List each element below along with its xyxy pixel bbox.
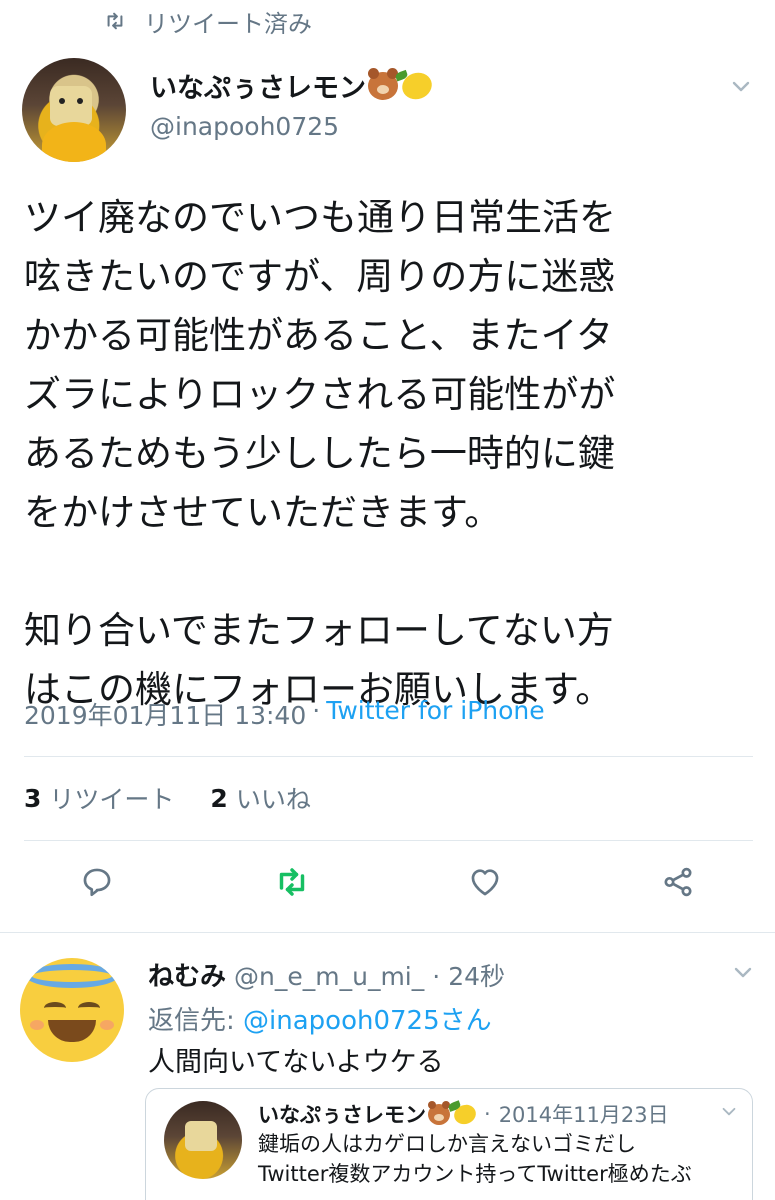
bear-face-emoji-icon <box>368 67 398 100</box>
like-count-label[interactable]: いいね <box>236 780 311 816</box>
emoji-cheek <box>30 1020 44 1030</box>
avatar-face <box>50 86 92 126</box>
quoted-header: いなぷぅさレモン · 2014年11月23日 <box>258 1099 669 1129</box>
reply-author-name[interactable]: ねむみ <box>148 956 226 993</box>
emoji-eye <box>44 1002 66 1014</box>
reply-text: 人間向いてないよウケる <box>148 1047 444 1078</box>
author-name[interactable]: いなぷぅさレモン <box>150 66 436 105</box>
tweet-source-link[interactable]: Twitter for iPhone <box>326 696 544 732</box>
bear-face-emoji-icon <box>428 1100 450 1125</box>
engagement-counts: 3 リツイート 2 いいね <box>24 780 311 816</box>
quoted-tweet-card[interactable]: いなぷぅさレモン · 2014年11月23日 鍵垢の人はカゲロしか言えないゴミだ… <box>145 1088 753 1200</box>
halo-shape <box>26 964 118 988</box>
retweet-count[interactable]: 3 <box>24 784 41 813</box>
lemon-emoji-icon <box>398 68 436 103</box>
avatar-face <box>185 1121 217 1151</box>
author-display-name: いなぷぅさレモン <box>150 73 366 104</box>
chevron-down-icon[interactable] <box>720 1105 738 1119</box>
retweeted-label: リツイート済み <box>144 9 312 38</box>
heart-icon <box>471 869 499 896</box>
author-handle[interactable]: @inapooh0725 <box>150 112 339 141</box>
divider <box>24 840 753 841</box>
share-button[interactable] <box>658 862 698 902</box>
quoted-text: 鍵垢の人はカゲロしか言えないゴミだし Twitter複数アカウント持ってTwit… <box>258 1132 692 1186</box>
like-button[interactable] <box>465 862 505 902</box>
like-count[interactable]: 2 <box>210 784 227 813</box>
meta-separator: · <box>312 696 321 725</box>
tweet-detail-page: リツイート済み いなぷぅさレモン @inapooh0725 ツイ廃なのでいつも通… <box>0 0 775 1200</box>
reply-author-avatar[interactable] <box>20 958 124 1062</box>
reply-to-label: 返信先: <box>148 1006 235 1036</box>
reply-to-mention[interactable]: @inapooh0725さん <box>243 1006 492 1036</box>
reply-header: ねむみ @n_e_m_u_mi_ · 24秒 <box>148 956 505 993</box>
divider <box>24 756 753 757</box>
tweet-timestamp[interactable]: 2019年01月11日 13:40 <box>24 696 306 732</box>
retweet-icon <box>279 868 305 896</box>
quoted-date: 2014年11月23日 <box>498 1103 669 1127</box>
share-icon <box>664 867 692 897</box>
retweet-icon <box>107 12 123 30</box>
emoji-cheek <box>100 1020 114 1030</box>
quoted-author-avatar <box>164 1101 242 1179</box>
reply-to-line: 返信先: @inapooh0725さん <box>148 1000 492 1037</box>
chevron-down-icon[interactable] <box>732 964 754 982</box>
tweet-meta: 2019年01月11日 13:40 · Twitter for iPhone <box>24 696 545 732</box>
reply-separator: · <box>432 962 441 991</box>
emoji-eye <box>78 1002 100 1014</box>
reply-button[interactable] <box>77 862 117 902</box>
retweet-count-label[interactable]: リツイート <box>49 780 174 816</box>
tweet-actions <box>0 862 775 908</box>
retweeted-indicator: リツイート済み <box>104 4 312 38</box>
thread-separator <box>0 932 775 933</box>
emoji-mouth <box>48 1020 96 1042</box>
reply-author-handle[interactable]: @n_e_m_u_mi_ <box>234 962 424 991</box>
reply-icon <box>83 868 111 897</box>
tweet-text: ツイ廃なのでいつも通り日常生活を 呟きたいのですが、周りの方に迷惑 かかる可能性… <box>24 196 616 711</box>
quoted-author-name: いなぷぅさレモン <box>258 1103 426 1127</box>
avatar-plush <box>42 122 106 162</box>
chevron-down-icon[interactable] <box>730 78 752 96</box>
lemon-emoji-icon <box>451 1101 479 1127</box>
reply-time[interactable]: 24秒 <box>448 957 505 993</box>
retweet-button[interactable] <box>272 862 312 902</box>
author-avatar[interactable] <box>22 58 126 162</box>
quoted-separator: · <box>484 1102 491 1126</box>
